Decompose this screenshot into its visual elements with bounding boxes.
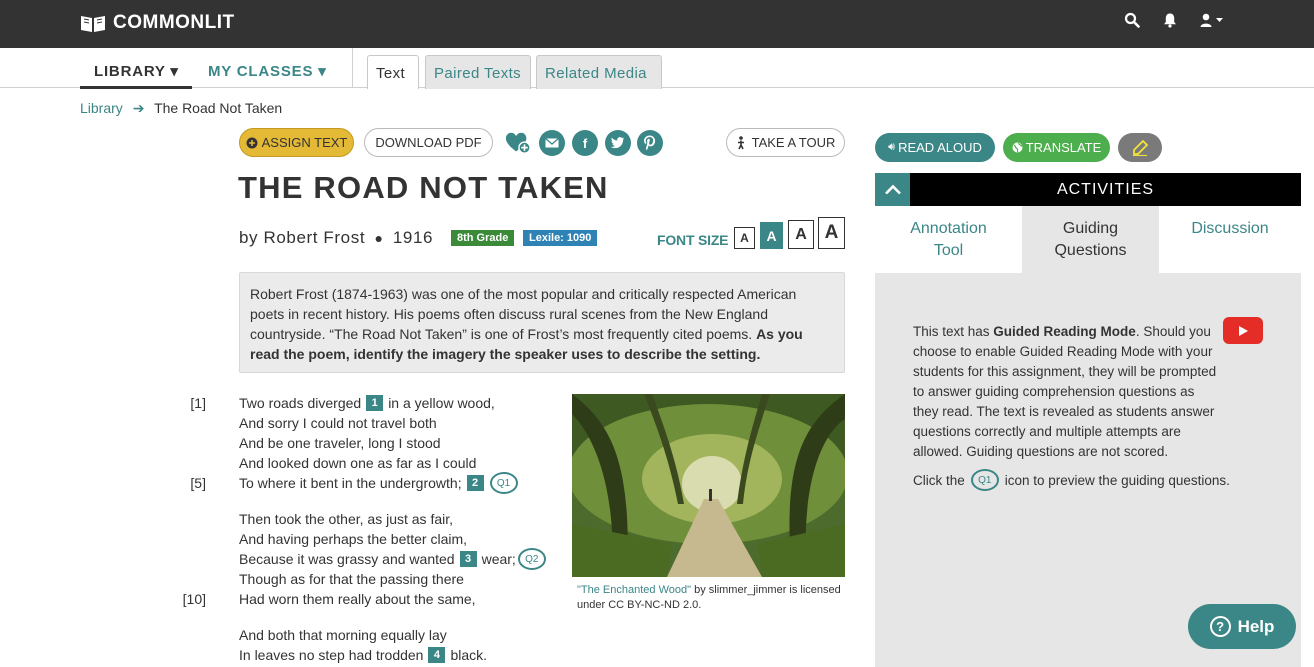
- speaker-icon: 🔊︎: [888, 141, 896, 153]
- poem-line: Then took the other, as just as fair,: [239, 511, 454, 527]
- text-introduction: Robert Frost (1874-1963) was one of the …: [239, 272, 845, 373]
- lexile-badge: Lexile: 1090: [523, 230, 598, 246]
- facebook-icon[interactable]: f: [572, 130, 598, 156]
- year: 1916: [392, 228, 434, 247]
- library-menu[interactable]: LIBRARY ▾: [94, 62, 179, 80]
- commonlit-logo[interactable]: COMMONLIT: [80, 11, 235, 35]
- tab-related-media[interactable]: Related Media: [536, 55, 662, 89]
- highlighter-button[interactable]: [1118, 133, 1162, 162]
- arrow-right-icon: ➔: [132, 100, 145, 116]
- poem-line: Had worn them really about the same,: [239, 591, 476, 607]
- email-icon[interactable]: [539, 130, 565, 156]
- plus-circle-icon: [246, 137, 258, 148]
- poem-line: And looked down one as far as I could: [239, 455, 477, 471]
- collapse-activities-button[interactable]: [875, 173, 910, 206]
- download-pdf-button[interactable]: DOWNLOAD PDF: [364, 128, 493, 157]
- enchanted-wood-photo: [572, 394, 845, 577]
- poem-line: To where it bent in the undergrowth; 2 Q…: [239, 472, 518, 494]
- question-icon: ?: [1209, 616, 1231, 637]
- photo-caption: "The Enchanted Wood" by slimmer_jimmer i…: [577, 584, 841, 611]
- byline: by Robert Frost ● 1916: [239, 228, 433, 248]
- guiding-question-icon: Q1: [970, 469, 999, 491]
- pinterest-icon[interactable]: [637, 130, 663, 156]
- guided-reading-description: This text has Guided Reading Mode. Shoul…: [913, 324, 1217, 459]
- vocab-marker[interactable]: 4: [428, 647, 446, 663]
- chevron-up-icon: [884, 184, 901, 195]
- vocab-marker[interactable]: 3: [459, 551, 477, 567]
- help-button[interactable]: ? Help: [1188, 604, 1296, 649]
- heart-plus-icon[interactable]: [505, 130, 531, 156]
- font-size-xlarge-button[interactable]: A: [818, 217, 845, 249]
- active-underline: [80, 86, 192, 89]
- bell-icon[interactable]: [1162, 12, 1178, 33]
- font-size-medium-button[interactable]: A: [760, 222, 783, 249]
- tab-annotation-tool[interactable]: Annotation Tool: [875, 206, 1022, 273]
- my-classes-menu[interactable]: MY CLASSES ▾: [208, 62, 327, 80]
- line-number: [1]: [190, 395, 206, 411]
- tab-text[interactable]: Text: [367, 55, 419, 89]
- poem-line: Because it was grassy and wanted 3 wear;…: [239, 548, 546, 570]
- poem-line: Though as for that the passing there: [239, 571, 464, 587]
- intro-text: Robert Frost (1874-1963) was one of the …: [250, 286, 797, 342]
- poem-line: And both that morning equally lay: [239, 627, 447, 643]
- translate-button[interactable]: TRANSLATE: [1003, 133, 1110, 162]
- caret-down-icon: ▾: [318, 63, 327, 80]
- line-number: [5]: [190, 475, 206, 491]
- take-a-tour-button[interactable]: TAKE A TOUR: [726, 128, 845, 157]
- font-size-label: FONT SIZE: [657, 232, 729, 248]
- font-size-small-button[interactable]: A: [734, 227, 755, 249]
- poem-line: And be one traveler, long I stood: [239, 435, 441, 451]
- guiding-question-icon[interactable]: Q1: [489, 472, 518, 494]
- grade-badge: 8th Grade: [451, 230, 515, 246]
- bullet-separator: ●: [374, 230, 384, 246]
- twitter-icon[interactable]: [605, 130, 631, 156]
- vocab-marker[interactable]: 1: [366, 395, 384, 411]
- poem-line: And having perhaps the better claim,: [239, 531, 468, 547]
- guiding-question-icon[interactable]: Q2: [517, 548, 546, 570]
- poem-line: And sorry I could not travel both: [239, 415, 437, 431]
- line-number: [10]: [182, 591, 206, 607]
- nav-divider: [352, 48, 353, 88]
- tab-paired-texts[interactable]: Paired Texts: [425, 55, 531, 89]
- secondary-nav: LIBRARY ▾ MY CLASSES ▾ Text Paired Texts…: [0, 48, 1314, 89]
- user-menu-icon[interactable]: [1200, 12, 1224, 33]
- tab-discussion[interactable]: Discussion: [1159, 206, 1301, 273]
- youtube-play-icon[interactable]: [1223, 317, 1263, 344]
- font-size-large-button[interactable]: A: [788, 220, 814, 249]
- breadcrumb-library-link[interactable]: Library: [80, 100, 123, 116]
- author: by Robert Frost: [239, 228, 366, 247]
- activities-header: ACTIVITIES: [910, 173, 1301, 206]
- logo-text: COMMONLIT: [113, 12, 235, 33]
- read-aloud-button[interactable]: 🔊︎ READ ALOUD: [875, 133, 995, 162]
- vocab-marker[interactable]: 2: [466, 475, 484, 491]
- preview-instruction: Click the Q1 icon to preview the guiding…: [913, 469, 1230, 491]
- assign-text-button[interactable]: ASSIGN TEXT: [239, 128, 354, 157]
- caption-link[interactable]: "The Enchanted Wood": [577, 584, 691, 596]
- breadcrumb-current: The Road Not Taken: [154, 100, 283, 116]
- walker-icon: [737, 135, 744, 149]
- caret-down-icon: ▾: [170, 63, 179, 80]
- globe-icon: [1012, 142, 1023, 153]
- breadcrumb: Library ➔ The Road Not Taken: [80, 100, 282, 117]
- search-icon[interactable]: [1124, 12, 1140, 33]
- poem-line: Two roads diverged 1 in a yellow wood,: [239, 395, 495, 411]
- book-icon: [81, 16, 105, 32]
- top-bar: COMMONLIT: [0, 0, 1314, 48]
- tab-guiding-questions[interactable]: Guiding Questions: [1022, 206, 1159, 273]
- poem-line: In leaves no step had trodden 4 black.: [239, 647, 488, 663]
- text-title: THE ROAD NOT TAKEN: [238, 170, 609, 205]
- highlighter-icon: [1133, 139, 1149, 156]
